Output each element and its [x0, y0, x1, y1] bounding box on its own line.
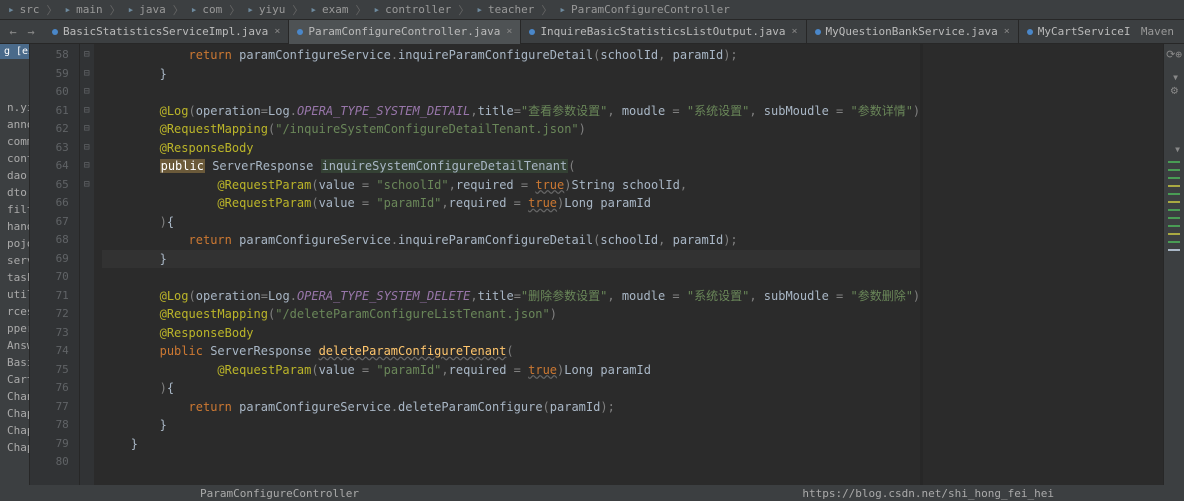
status-watermark: https://blog.csdn.net/shi_hong_fei_hei: [802, 487, 1054, 500]
editor-tab[interactable]: InquireBasicStatisticsListOutput.java×: [521, 20, 806, 44]
breadcrumb-item[interactable]: ▸controller: [372, 3, 454, 16]
sidebar-item[interactable]: ChannelTypeMapper.xml: [0, 388, 29, 405]
close-icon[interactable]: ×: [1004, 26, 1010, 37]
file-type-icon: [529, 29, 535, 35]
nav-back-icon[interactable]: ←: [4, 25, 22, 39]
close-icon[interactable]: ×: [274, 26, 280, 37]
sidebar-item[interactable]: ppers: [0, 320, 29, 337]
mark-warn[interactable]: [1168, 201, 1180, 203]
breadcrumb-item[interactable]: ▸main: [63, 3, 105, 16]
sidebar-item[interactable]: n.yiyu.exam: [0, 99, 29, 116]
breadcrumb-item[interactable]: ▸exam: [308, 3, 350, 16]
editor-tab[interactable]: MyQuestionBankService.java×: [807, 20, 1019, 44]
sidebar-item[interactable]: ChapterAnswerQuestionMa: [0, 405, 29, 422]
status-class-name: ParamConfigureController: [200, 487, 359, 500]
fold-toggle[interactable]: ⊟: [80, 46, 94, 65]
editor-tab[interactable]: MyCartServiceImpl.java×: [1019, 20, 1131, 44]
mark-warn[interactable]: [1168, 233, 1180, 235]
project-sidebar: g [exam] D:\yiyu\exam\br... n.yiyu.exama…: [0, 44, 30, 485]
tabs: BasicStatisticsServiceImpl.java×ParamCon…: [44, 20, 1131, 44]
breadcrumb-item[interactable]: ▸src: [6, 3, 42, 16]
fold-toggle[interactable]: ⊟: [80, 102, 94, 121]
sidebar-item[interactable]: service: [0, 252, 29, 269]
status-bar: ParamConfigureController https://blog.cs…: [0, 485, 1184, 501]
fold-toggle[interactable]: ⊟: [80, 65, 94, 84]
mark-caret[interactable]: [1168, 249, 1180, 251]
mark-warn[interactable]: [1168, 185, 1180, 187]
split-pane-empty: [923, 44, 1163, 485]
mark-ok[interactable]: [1168, 241, 1180, 243]
breadcrumb-item[interactable]: ▸java: [126, 3, 168, 16]
fold-toggle[interactable]: ⊟: [80, 157, 94, 176]
mark-ok[interactable]: [1168, 161, 1180, 163]
sidebar-item[interactable]: task: [0, 269, 29, 286]
sidebar-item[interactable]: common: [0, 133, 29, 150]
fold-toggle[interactable]: ⊟: [80, 176, 94, 195]
sidebar-item[interactable]: filter: [0, 201, 29, 218]
sidebar-item[interactable]: util: [0, 286, 29, 303]
mark-ok[interactable]: [1168, 177, 1180, 179]
close-icon[interactable]: ×: [506, 26, 512, 37]
editor-tab[interactable]: BasicStatisticsServiceImpl.java×: [44, 20, 289, 44]
code-content[interactable]: return paramConfigureService.inquirePara…: [94, 44, 920, 485]
settings-icon[interactable]: ⚙: [1171, 83, 1178, 97]
sidebar-item[interactable]: dao: [0, 167, 29, 184]
editor-tab[interactable]: ParamConfigureController.java×: [289, 20, 521, 44]
right-toolbar: ⟳ ⊕ ▼ ⚙ ▼: [1163, 44, 1184, 485]
sidebar-item[interactable]: ChapterPaperChannelType: [0, 422, 29, 439]
sidebar-item[interactable]: AnswerQuestionMapper.xn: [0, 337, 29, 354]
sidebar-item[interactable]: handle: [0, 218, 29, 235]
mark-ok[interactable]: [1168, 209, 1180, 211]
mark-ok[interactable]: [1168, 217, 1180, 219]
sidebar-item[interactable]: pojo: [0, 235, 29, 252]
collapse-icon[interactable]: ▼: [1173, 73, 1178, 82]
close-icon[interactable]: ×: [791, 26, 797, 37]
breadcrumb-item[interactable]: ▸com: [189, 3, 225, 16]
error-stripe[interactable]: ▼: [1164, 101, 1184, 251]
breadcrumb-item[interactable]: ▸ParamConfigureController: [557, 3, 732, 16]
maven-panel-toggle[interactable]: Maven: [1131, 25, 1184, 38]
mark-ok[interactable]: [1168, 193, 1180, 195]
sidebar-header: g [exam] D:\yiyu\exam\br...: [0, 44, 29, 59]
breadcrumb-item[interactable]: ▸teacher: [474, 3, 536, 16]
fold-toggle[interactable]: ⊟: [80, 120, 94, 139]
file-type-icon: [815, 29, 821, 35]
editor-area[interactable]: 5859606162636465666768697071727374757677…: [30, 44, 1163, 485]
sidebar-item[interactable]: controller: [0, 150, 29, 167]
sidebar-item[interactable]: dto: [0, 184, 29, 201]
sidebar-item[interactable]: BasicStatisticsMapper.xi: [0, 354, 29, 371]
fold-toggle[interactable]: ⊟: [80, 139, 94, 158]
nav-forward-icon[interactable]: →: [22, 25, 40, 39]
breadcrumb: ▸src〉▸main〉▸java〉▸com〉▸yiyu〉▸exam〉▸contr…: [0, 0, 1184, 20]
fold-column[interactable]: ⊟⊟⊟⊟⊟⊟⊟⊟: [80, 44, 94, 485]
line-gutter: 5859606162636465666768697071727374757677…: [30, 44, 80, 485]
file-type-icon: [52, 29, 58, 35]
sidebar-item[interactable]: ChapterPaperMapper.xml: [0, 439, 29, 456]
file-type-icon: [1027, 29, 1033, 35]
editor-tabs-bar: ← → BasicStatisticsServiceImpl.java×Para…: [0, 20, 1184, 44]
breadcrumb-item[interactable]: ▸yiyu: [245, 3, 287, 16]
sidebar-item[interactable]: rces: [0, 303, 29, 320]
sidebar-item[interactable]: CartMapper.xml: [0, 371, 29, 388]
mark-ok[interactable]: [1168, 225, 1180, 227]
mark-ok[interactable]: [1168, 169, 1180, 171]
sidebar-item[interactable]: annotation: [0, 116, 29, 133]
fold-toggle[interactable]: ⊟: [80, 83, 94, 102]
file-type-icon: [297, 29, 303, 35]
refresh-icon[interactable]: ⟳: [1166, 48, 1175, 61]
target-icon[interactable]: ⊕: [1175, 48, 1182, 61]
